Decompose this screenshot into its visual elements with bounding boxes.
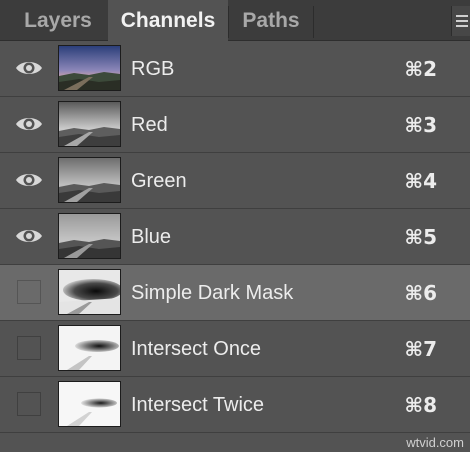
channel-shortcut: ⌘8	[404, 393, 437, 417]
channel-name: Blue	[131, 226, 172, 248]
panel-tab-bar: Layers Channels Paths	[0, 0, 470, 41]
tab-layers[interactable]: Layers	[8, 0, 108, 40]
channel-row-intersect-once[interactable]: Intersect Once ⌘7	[0, 321, 470, 377]
channel-name: Intersect Twice	[131, 394, 265, 416]
eye-icon	[16, 118, 42, 130]
channel-thumbnail	[58, 157, 121, 203]
channel-thumbnail	[58, 213, 121, 259]
channel-shortcut: ⌘7	[404, 337, 437, 361]
channel-thumbnail	[58, 325, 121, 371]
visibility-toggle[interactable]	[0, 209, 56, 264]
channel-row-red[interactable]: Red ⌘3	[0, 97, 470, 153]
watermark: wtvid.com	[406, 435, 464, 450]
channel-shortcut: ⌘2	[404, 57, 437, 81]
visibility-box-empty	[17, 392, 41, 416]
channel-thumbnail	[58, 45, 121, 91]
visibility-toggle[interactable]	[0, 265, 56, 320]
channel-shortcut: ⌘4	[404, 169, 437, 193]
channel-shortcut: ⌘3	[404, 113, 437, 137]
channel-name: Green	[131, 170, 187, 192]
visibility-toggle[interactable]	[0, 321, 56, 376]
channel-row-green[interactable]: Green ⌘4	[0, 153, 470, 209]
channel-thumbnail	[58, 381, 121, 427]
channel-thumbnail	[58, 101, 121, 147]
visibility-box-empty	[17, 280, 41, 304]
channel-shortcut: ⌘5	[404, 225, 437, 249]
visibility-toggle[interactable]	[0, 97, 56, 152]
tab-divider	[313, 6, 314, 38]
tab-channels[interactable]: Channels	[108, 0, 228, 41]
channel-row-intersect-twice[interactable]: Intersect Twice ⌘8	[0, 377, 470, 433]
channel-row-blue[interactable]: Blue ⌘5	[0, 209, 470, 265]
eye-icon	[16, 230, 42, 242]
visibility-toggle[interactable]	[0, 377, 56, 432]
channel-name: Intersect Once	[131, 338, 262, 360]
channel-name: Red	[131, 114, 168, 136]
channel-name: Simple Dark Mask	[131, 282, 294, 304]
channel-name: RGB	[131, 58, 175, 80]
visibility-toggle[interactable]	[0, 41, 56, 96]
channel-row-simple-dark-mask[interactable]: Simple Dark Mask ⌘6	[0, 265, 470, 321]
eye-icon	[16, 174, 42, 186]
visibility-toggle[interactable]	[0, 153, 56, 208]
channel-row-rgb[interactable]: RGB ⌘2	[0, 41, 470, 97]
panel-menu-button[interactable]	[451, 6, 470, 36]
channel-shortcut: ⌘6	[404, 281, 437, 305]
eye-icon	[16, 62, 42, 74]
tab-paths[interactable]: Paths	[229, 0, 313, 40]
visibility-box-empty	[17, 336, 41, 360]
channel-thumbnail	[58, 269, 121, 315]
